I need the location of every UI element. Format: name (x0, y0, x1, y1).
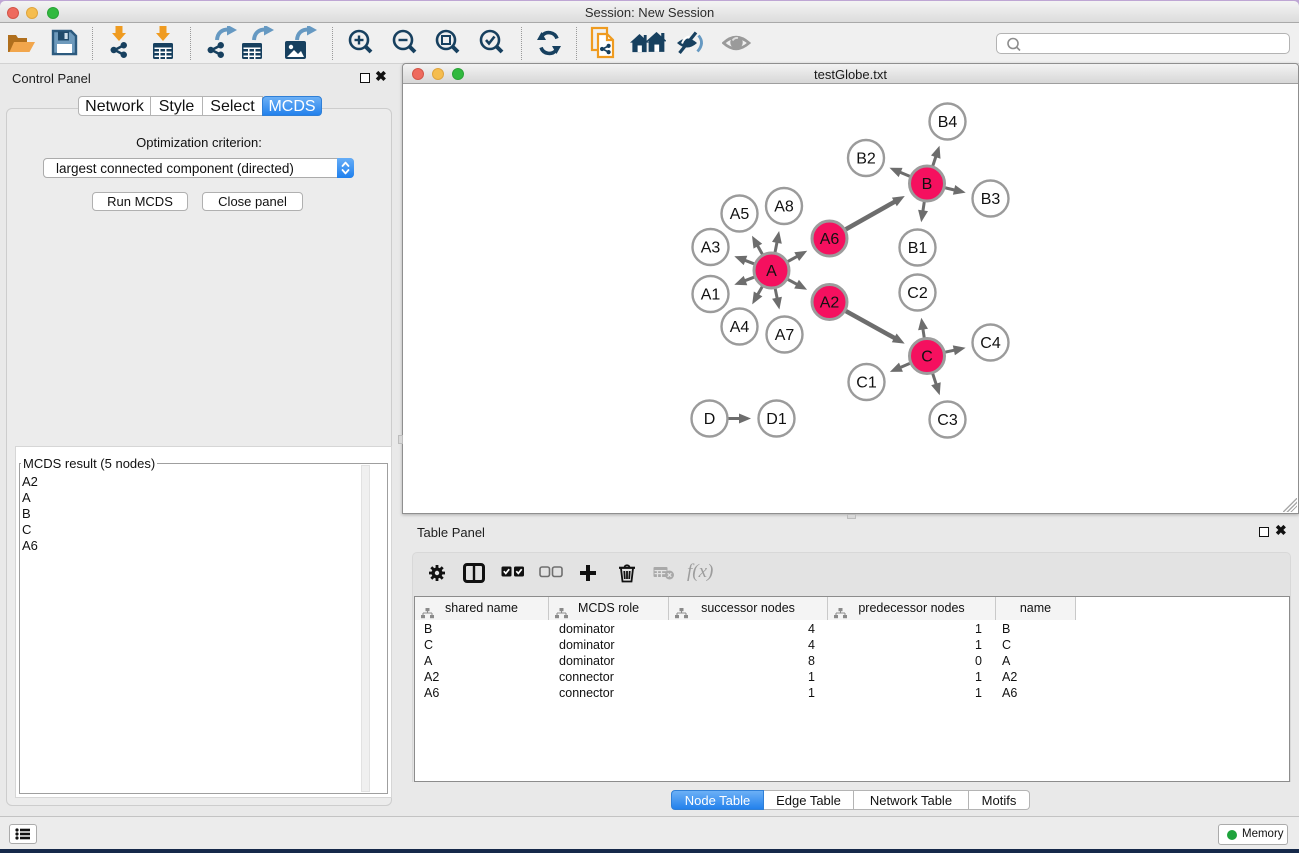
svg-text:A6: A6 (820, 231, 840, 248)
svg-text:A: A (766, 263, 777, 280)
svg-text:C3: C3 (937, 412, 958, 429)
svg-text:B1: B1 (908, 240, 928, 257)
svg-text:B: B (922, 176, 933, 193)
svg-text:D: D (704, 411, 716, 428)
svg-text:A2: A2 (820, 295, 840, 312)
svg-text:A5: A5 (730, 206, 750, 223)
svg-text:C1: C1 (856, 375, 877, 392)
svg-text:A7: A7 (775, 327, 795, 344)
svg-text:B4: B4 (938, 114, 958, 131)
svg-text:A3: A3 (701, 240, 721, 257)
svg-text:A4: A4 (730, 319, 750, 336)
svg-text:A1: A1 (701, 287, 721, 304)
svg-text:B2: B2 (856, 151, 876, 168)
svg-text:B3: B3 (981, 191, 1001, 208)
svg-text:C: C (921, 349, 933, 366)
svg-text:D1: D1 (766, 411, 787, 428)
svg-text:C4: C4 (980, 335, 1001, 352)
svg-text:A8: A8 (774, 199, 794, 216)
svg-text:C2: C2 (907, 285, 928, 302)
